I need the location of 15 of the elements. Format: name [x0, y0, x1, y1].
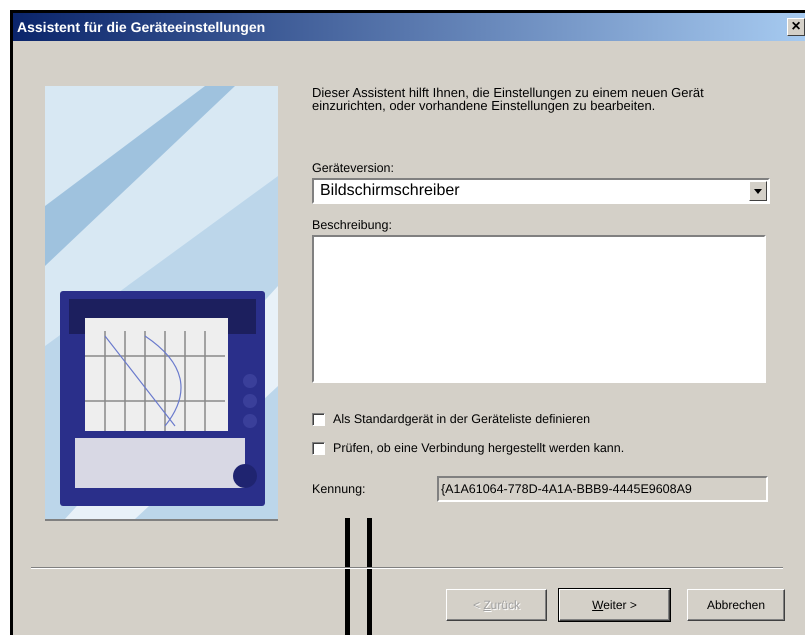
- close-button[interactable]: ×: [787, 18, 805, 36]
- id-field[interactable]: {A1A61064-778D-4A1A-BBB9-4445E9608A9: [437, 476, 768, 502]
- checkbox[interactable]: [312, 442, 325, 454]
- window-title: Assistent für die Geräteeinstellungen: [17, 19, 266, 35]
- field-label: Kennung:: [312, 482, 367, 496]
- next-button[interactable]: Weiter >: [559, 589, 670, 621]
- checkbox-label: Als Standardgerät in der Geräteliste definieren: [333, 412, 590, 426]
- description-field[interactable]: [312, 235, 766, 383]
- field-label: Geräteversion:: [312, 161, 395, 175]
- version-dropdown[interactable]: Bildschirmschreiber: [312, 178, 770, 204]
- field-label: Beschreibung:: [312, 218, 393, 232]
- cancel-button[interactable]: Abbrechen: [687, 589, 785, 621]
- checkbox[interactable]: [312, 412, 325, 426]
- checkbox-label: Prüfen, ob eine Verbindung hergestellt werden kann.: [333, 441, 624, 455]
- intro-text: Dieser Assistent hilft Ihnen, die Einstellungen zu einem neuen Gerät einzurichten, oder vorhandene Einstellungen zu bearbeiten.: [312, 86, 705, 112]
